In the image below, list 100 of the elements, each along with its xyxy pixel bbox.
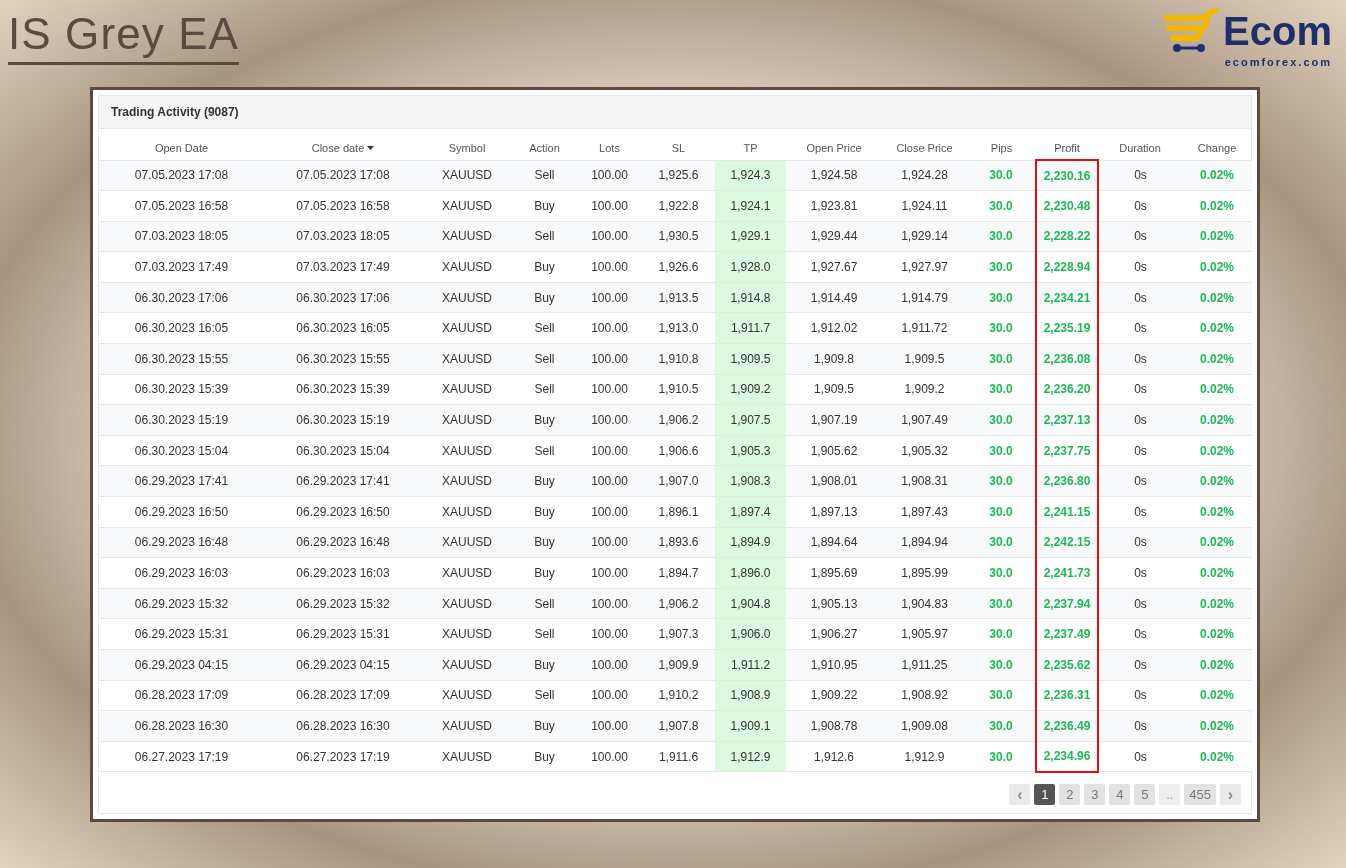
column-header[interactable]: Symbol [422, 133, 512, 160]
column-header[interactable]: Pips [967, 133, 1036, 160]
table-cell: 06.29.2023 16:48 [99, 527, 264, 558]
table-cell: 1,909.1 [715, 710, 786, 742]
table-cell: 06.30.2023 15:04 [264, 435, 422, 466]
table-cell: XAUUSD [422, 588, 512, 619]
table-cell: 1,926.6 [642, 251, 715, 283]
column-header[interactable]: Profit [1036, 133, 1098, 160]
table-cell: 30.0 [967, 649, 1036, 681]
table-cell: XAUUSD [422, 221, 512, 252]
column-header[interactable]: Duration [1098, 133, 1182, 160]
table-cell: 0s [1098, 374, 1182, 405]
table-cell: XAUUSD [422, 527, 512, 558]
table-cell: 07.03.2023 17:49 [264, 251, 422, 283]
table-cell: 0s [1098, 741, 1182, 772]
table-cell: 1,906.2 [642, 588, 715, 619]
table-cell: 1,905.13 [786, 588, 882, 619]
page-button[interactable]: 4 [1109, 783, 1131, 805]
table-cell: 06.29.2023 16:48 [264, 527, 422, 558]
column-header[interactable]: Open Date [99, 133, 264, 160]
table-cell: 06.29.2023 17:41 [99, 465, 264, 497]
table-cell: 30.0 [967, 190, 1036, 222]
column-header[interactable]: Close date [264, 133, 422, 160]
table-cell: 1,923.81 [786, 190, 882, 222]
table-cell: 0.02% [1182, 557, 1252, 589]
table-cell: 1,907.3 [642, 618, 715, 650]
table-cell: 0s [1098, 312, 1182, 344]
table-cell: 1,909.8 [786, 343, 882, 375]
table-cell: 100.00 [577, 221, 642, 252]
table-cell: XAUUSD [422, 282, 512, 313]
table-cell: 0.02% [1182, 251, 1252, 283]
table-cell: 1,896.0 [715, 557, 786, 589]
table-cell: XAUUSD [422, 374, 512, 405]
table-cell: 100.00 [577, 251, 642, 283]
table-cell: 100.00 [577, 312, 642, 344]
table-cell: 100.00 [577, 496, 642, 528]
table-cell: Buy [512, 496, 577, 528]
table-cell: 1,913.0 [642, 312, 715, 344]
column-header[interactable]: SL [642, 133, 715, 160]
table-cell: 07.03.2023 17:49 [99, 251, 264, 283]
table-cell: 1,909.2 [882, 374, 967, 405]
table-cell: 0s [1098, 404, 1182, 436]
page-button[interactable]: 455 [1184, 783, 1216, 805]
table-cell: 30.0 [967, 465, 1036, 497]
table-cell: 0s [1098, 588, 1182, 619]
table-cell: 1,904.8 [715, 588, 786, 619]
table-cell: 0s [1098, 496, 1182, 528]
table-cell: 1,905.62 [786, 435, 882, 466]
table-cell: 0s [1098, 557, 1182, 589]
table-cell: 1,897.4 [715, 496, 786, 528]
table-cell: XAUUSD [422, 465, 512, 497]
table-cell: 100.00 [577, 710, 642, 742]
table-cell: 100.00 [577, 557, 642, 589]
page-button[interactable]: 5 [1134, 783, 1156, 805]
table-cell: 0s [1098, 251, 1182, 283]
column-header[interactable]: Action [512, 133, 577, 160]
table-cell: 1,911.2 [715, 649, 786, 681]
table-cell: 06.30.2023 15:39 [264, 374, 422, 405]
table-cell: 07.03.2023 18:05 [99, 221, 264, 252]
column-header[interactable]: Lots [577, 133, 642, 160]
table-cell: 1,912.9 [715, 741, 786, 772]
table-cell: 100.00 [577, 465, 642, 497]
table-cell: 30.0 [967, 618, 1036, 650]
table-cell: 1,911.25 [882, 649, 967, 681]
table-cell: 1,925.6 [642, 160, 715, 191]
column-header[interactable]: Close Price [882, 133, 967, 160]
column-header[interactable]: TP [715, 133, 786, 160]
table-cell: 1,928.0 [715, 251, 786, 283]
table-cell: 1,905.3 [715, 435, 786, 466]
column-header[interactable]: Change [1182, 133, 1252, 160]
table-cell: 1,929.44 [786, 221, 882, 252]
table-cell: 1,927.97 [882, 251, 967, 283]
column-header[interactable]: Open Price [786, 133, 882, 160]
table-cell: Sell [512, 221, 577, 252]
table-cell: 1,894.9 [715, 527, 786, 558]
table-cell: XAUUSD [422, 312, 512, 344]
table-cell: 1,897.13 [786, 496, 882, 528]
table-cell: 0.02% [1182, 282, 1252, 313]
table-cell: 06.29.2023 17:41 [264, 465, 422, 497]
table-cell: 06.29.2023 15:31 [99, 618, 264, 650]
table-cell: 30.0 [967, 251, 1036, 283]
table-cell: Sell [512, 343, 577, 375]
table-cell: 1,908.31 [882, 465, 967, 497]
table-cell: 1,893.6 [642, 527, 715, 558]
table-cell: 0.02% [1182, 680, 1252, 711]
table-cell: 06.30.2023 15:04 [99, 435, 264, 466]
table-cell: 100.00 [577, 680, 642, 711]
table-cell: 06.29.2023 15:32 [264, 588, 422, 619]
table-cell: 0.02% [1182, 496, 1252, 528]
table-cell: 06.30.2023 15:19 [264, 404, 422, 436]
page-button[interactable]: 3 [1084, 783, 1106, 805]
table-cell: XAUUSD [422, 160, 512, 191]
table-cell: 100.00 [577, 649, 642, 681]
table-cell: Buy [512, 527, 577, 558]
table-cell: 30.0 [967, 557, 1036, 589]
table-cell: 07.05.2023 17:08 [264, 160, 422, 191]
table-cell: 1,909.5 [882, 343, 967, 375]
table-cell: 06.30.2023 17:06 [264, 282, 422, 313]
page-button[interactable]: 1 [1034, 783, 1056, 805]
table-cell: 0s [1098, 527, 1182, 558]
